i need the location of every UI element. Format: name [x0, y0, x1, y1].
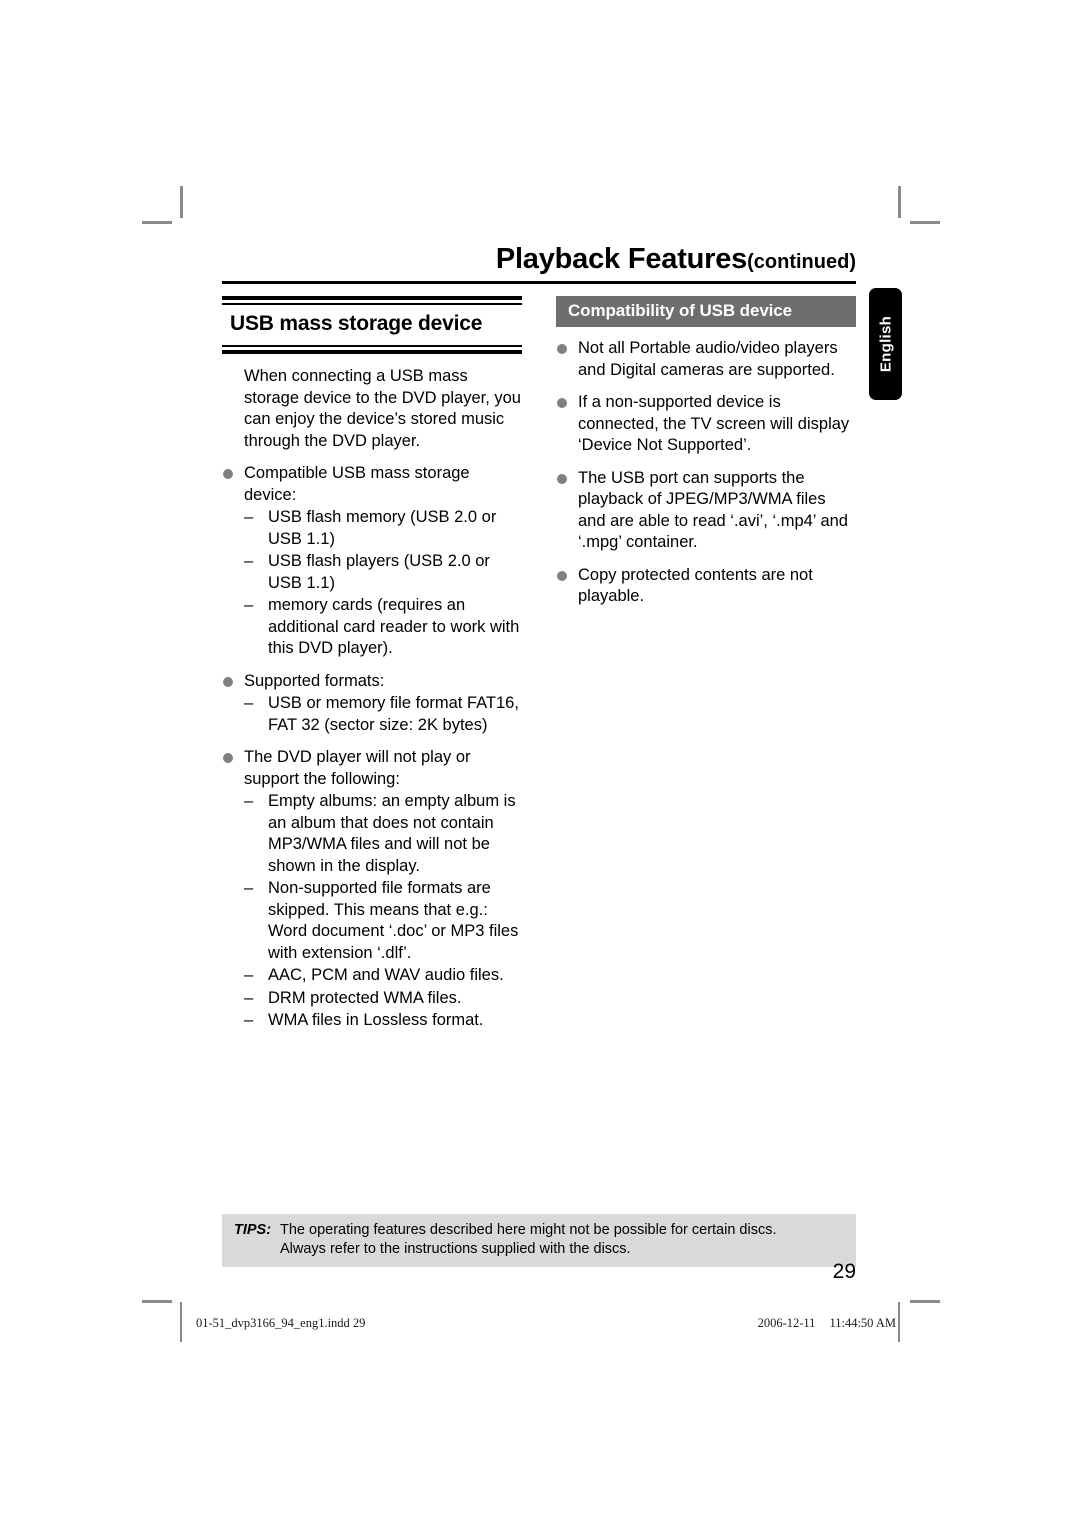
sub-list: – USB or memory file format FAT16, FAT 32… [244, 693, 522, 736]
sub-list-item: – Empty albums: an empty album is an albu… [244, 791, 522, 877]
crop-mark-bottom-right-vertical [898, 1302, 900, 1342]
dash-icon: – [244, 694, 254, 712]
crop-mark-top-right-horizontal [910, 221, 940, 224]
left-bullet-list: Compatible USB mass storage device: – USB… [222, 463, 522, 1032]
language-tab: English [869, 288, 902, 400]
section-rule-bottom-thick [222, 350, 522, 354]
sub-list-text: USB flash memory (USB 2.0 or USB 1.1) [268, 508, 497, 548]
tips-bar: TIPS: The operating features described h… [222, 1214, 856, 1267]
section-title-lead: USB [230, 312, 274, 335]
sub-list-item: – DRM protected WMA files. [244, 988, 522, 1010]
tips-row: TIPS: The operating features described h… [222, 1221, 856, 1259]
crop-mark-top-right-vertical [898, 186, 901, 218]
sub-list-item: – WMA files in Lossless format. [244, 1010, 522, 1032]
bullet-text: Compatible USB mass storage device: [244, 464, 470, 504]
list-item: If a non-supported device is connected, … [556, 392, 856, 457]
page-title-main: Playback Features [495, 243, 748, 275]
compatibility-heading: Compatibility of USB device [556, 296, 856, 327]
dash-icon: – [244, 508, 254, 526]
dash-icon: – [244, 988, 254, 1007]
list-item: Not all Portable audio/video players and… [556, 338, 856, 381]
sub-list-item: – Non-supported file formats are skipped.… [244, 878, 522, 964]
bullet-icon [223, 676, 233, 687]
dash-icon: – [244, 879, 254, 897]
dash-icon: – [244, 552, 254, 570]
page-title-continued: (continued) [747, 251, 856, 273]
tips-line-2: Always refer to the instructions supplie… [280, 1241, 631, 1257]
crop-mark-bottom-left-vertical [180, 1302, 182, 1342]
section-rule-top-thick [222, 296, 522, 300]
sub-list-text: Empty albums: an empty album is an album… [268, 792, 516, 875]
crop-mark-bottom-right-horizontal [910, 1300, 940, 1303]
sub-list-item: – USB flash memory (USB 2.0 or USB 1.1) [244, 507, 522, 550]
print-footer-date: 2006-12-11 [757, 1316, 816, 1330]
sub-list-text: USB flash players (USB 2.0 or USB 1.1) [268, 552, 490, 592]
sub-list-text: USB or memory file format FAT16, FAT 32 … [268, 694, 519, 734]
list-item: Copy protected contents are not playable… [556, 565, 856, 608]
page-header: Playback Features(continued) [222, 243, 856, 284]
intro-paragraph: When connecting a USB mass storage devic… [244, 367, 521, 450]
right-bullet-list: Not all Portable audio/video players and… [556, 338, 856, 608]
sub-list: – USB flash memory (USB 2.0 or USB 1.1) –… [244, 507, 522, 660]
sub-list: – Empty albums: an empty album is an albu… [244, 791, 522, 1032]
bullet-icon [557, 344, 567, 354]
usb-section-heading: USB mass storage device [222, 296, 522, 354]
list-item: The USB port can supports the playback o… [556, 468, 856, 554]
bullet-icon [557, 570, 567, 581]
list-item: Supported formats: – USB or memory file f… [222, 671, 522, 737]
print-footer-timestamp: 2006-12-11 11:44:50 AM [744, 1316, 896, 1331]
dash-icon: – [244, 966, 254, 984]
bullet-icon [223, 753, 233, 763]
print-footer: 01-51_dvp3166_94_eng1.indd 29 2006-12-11… [196, 1316, 896, 1331]
sub-list-text: memory cards (requires an additional car… [268, 596, 520, 657]
sub-list-text: Non-supported file formats are skipped. … [268, 879, 519, 962]
bullet-text: The DVD player will not play or support … [244, 748, 471, 788]
page-title: Playback Features(continued) [222, 243, 856, 278]
language-tab-label: English [877, 315, 894, 373]
tips-label: TIPS: [234, 1222, 272, 1238]
tips-line-1: The operating features described here mi… [280, 1222, 777, 1238]
list-item: Compatible USB mass storage device: – USB… [222, 463, 522, 660]
page-number: 29 [832, 1260, 856, 1283]
bullet-icon [557, 398, 567, 408]
sub-list-item: – USB flash players (USB 2.0 or USB 1.1) [244, 551, 522, 594]
bullet-text: If a non-supported device is connected, … [578, 393, 850, 454]
bullet-text: Supported formats: [244, 671, 385, 690]
dash-icon: – [244, 1011, 254, 1029]
bullet-icon [223, 469, 233, 479]
print-footer-filename: 01-51_dvp3166_94_eng1.indd 29 [196, 1316, 366, 1330]
bullet-text: Not all Portable audio/video players and… [578, 339, 838, 379]
sub-list-text: AAC, PCM and WAV audio files. [268, 966, 504, 984]
crop-mark-top-left-horizontal [142, 221, 172, 224]
dash-icon: – [244, 792, 254, 810]
print-footer-time: 11:44:50 AM [829, 1316, 896, 1330]
section-title-rest: mass storage device [273, 312, 483, 335]
bullet-text: Copy protected contents are not playable… [578, 565, 813, 606]
sub-list-text: WMA files in Lossless format. [268, 1011, 484, 1029]
crop-mark-bottom-left-horizontal [142, 1300, 172, 1303]
sub-list-item: – memory cards (requires an additional ca… [244, 595, 522, 660]
dash-icon: – [244, 596, 254, 614]
header-rule [222, 281, 856, 284]
manual-page: Playback Features(continued) USB mass st… [0, 0, 1080, 1527]
section-rule-bottom-thin [222, 345, 522, 347]
list-item: The DVD player will not play or support … [222, 747, 522, 1032]
sub-list-text: DRM protected WMA files. [268, 988, 462, 1007]
section-title: USB mass storage device [222, 305, 522, 342]
crop-mark-top-left-vertical [180, 186, 183, 218]
sub-list-item: – AAC, PCM and WAV audio files. [244, 965, 522, 987]
left-column: USB mass storage device When connecting … [222, 296, 522, 1032]
bullet-text: The USB port can supports the playback o… [578, 468, 848, 552]
right-column: Compatibility of USB device Not all Port… [556, 296, 856, 608]
tips-text: The operating features described here mi… [280, 1221, 777, 1259]
sub-list-item: – USB or memory file format FAT16, FAT 32… [244, 693, 522, 736]
bullet-icon [557, 473, 567, 484]
